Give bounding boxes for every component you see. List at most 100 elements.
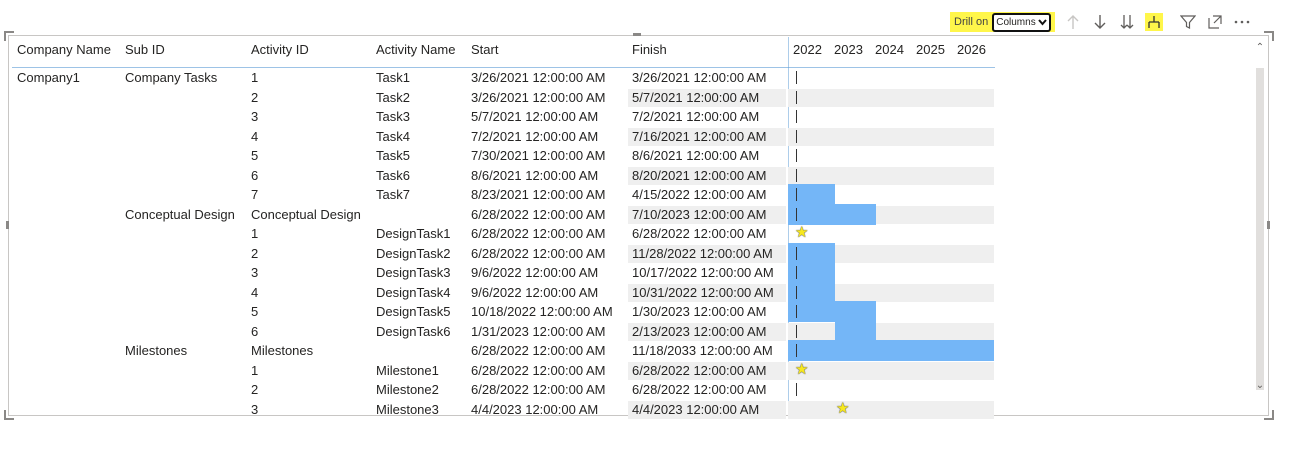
table-row[interactable]: 2 DesignTask2 6/28/2022 12:00:00 AM 11/28/2… [10,242,996,264]
table-row[interactable]: ★ 1 Milestone1 6/28/2022 12:00:00 AM 6/28/20… [10,361,996,381]
table-row[interactable]: 5 Task5 7/30/2021 12:00:00 AM 8/6/2021 12:0… [10,146,996,166]
scrollbar-thumb[interactable] [1256,68,1264,390]
finish-cell: 8/6/2021 12:00:00 AM [632,148,760,163]
finish-cell: 6/28/2022 12:00:00 AM [632,226,767,241]
activity-name-cell: DesignTask3 [376,265,451,280]
table-row[interactable]: 3 Task3 5/7/2021 12:00:00 AM 7/2/2021 12:00… [10,107,996,127]
header-activity-name[interactable]: Activity Name [376,42,455,57]
header-year-2024[interactable]: 2024 [875,42,904,57]
header-year-2026[interactable]: 2026 [957,42,986,57]
table-row[interactable]: Milestones Milestones 6/28/2022 12:00:00 A… [10,340,996,361]
gantt-bar[interactable] [788,301,877,322]
table-row[interactable]: 4 Task4 7/2/2021 12:00:00 AM 7/16/2021 12:0… [10,127,996,147]
drill-on-dropdown[interactable]: Columns [992,12,1051,32]
gantt-today-tick [796,110,797,123]
gantt-band [788,127,994,146]
activity-name-cell: Task7 [376,187,410,202]
start-cell: 4/4/2023 12:00:00 AM [471,401,599,417]
gantt-band [788,361,994,380]
table-row[interactable]: Conceptual Design Conceptual Design 6/28/2… [10,203,996,225]
start-cell: 6/28/2022 12:00:00 AM [471,206,606,222]
finish-cell: 10/31/2022 12:00:00 AM [632,284,774,300]
start-cell: 10/18/2022 12:00:00 AM [471,304,613,319]
finish-cell: 4/4/2023 12:00:00 AM [632,401,760,417]
start-cell: 8/23/2021 12:00:00 AM [471,187,606,202]
activity-name-cell: Milestone3 [376,401,439,417]
activity-id-cell: 4 [251,128,259,144]
milestone-star-icon[interactable]: ★ [795,360,808,378]
activity-id-cell: 4 [251,284,259,300]
start-cell: 9/6/2022 12:00:00 AM [471,265,599,280]
start-cell: 6/28/2022 12:00:00 AM [471,226,606,241]
gantt-bar[interactable] [788,340,994,361]
activity-name-cell: Task3 [376,109,410,124]
activity-id-cell: 2 [251,245,259,261]
resize-handle-right[interactable] [1267,221,1270,229]
gantt-band [788,322,994,341]
gantt-today-tick [796,324,797,338]
resize-handle-top[interactable] [633,33,641,36]
filter-icon[interactable] [1179,13,1197,31]
milestone-star-icon[interactable]: ★ [795,223,808,241]
scroll-down-icon[interactable]: ⌄ [1254,380,1266,391]
table-row[interactable]: 5 DesignTask5 10/18/2022 12:00:00 AM 1/30/2… [10,301,996,322]
drill-on-value: Columns [996,16,1036,28]
gantt-today-tick [796,90,797,104]
header-year-2023[interactable]: 2023 [834,42,863,57]
gantt-band [788,88,994,107]
table-row[interactable]: Company1 Company Tasks 1 Task1 3/26/2021 12:… [10,68,996,88]
start-cell: 5/7/2021 12:00:00 AM [471,109,599,124]
sub-id-cell: Conceptual Design [125,206,235,222]
header-activity-id[interactable]: Activity ID [251,42,309,57]
arrow-up-icon[interactable] [1064,13,1082,31]
table-row[interactable]: 7 Task7 8/23/2021 12:00:00 AM 4/15/2022 12:… [10,184,996,205]
table-row[interactable]: ★ 1 DesignTask1 6/28/2022 12:00:00 AM 6/28/2… [10,224,996,244]
visual-header-toolbar: Drill on Columns [950,12,1251,32]
milestone-star-icon[interactable]: ★ [836,399,849,417]
arrow-down-icon[interactable] [1091,13,1109,31]
table-row[interactable]: 4 DesignTask4 9/6/2022 12:00:00 AM 10/31/20… [10,281,996,303]
gantt-today-tick [796,207,797,221]
gantt-bar[interactable] [835,320,877,342]
table-row[interactable]: 2 Milestone2 6/28/2022 12:00:00 AM 6/28/202… [10,380,996,400]
activity-name-cell: Task5 [376,148,410,163]
finish-cell: 11/28/2022 12:00:00 AM [632,245,773,261]
gantt-today-tick [796,285,797,299]
scroll-up-icon[interactable]: ⌃ [1254,42,1266,53]
header-start[interactable]: Start [471,42,498,57]
gantt-bar[interactable] [788,203,877,225]
focus-mode-icon[interactable] [1206,13,1224,31]
finish-cell: 4/15/2022 12:00:00 AM [632,187,767,202]
start-cell: 3/26/2021 12:00:00 AM [471,89,606,105]
start-cell: 3/26/2021 12:00:00 AM [471,70,606,85]
header-year-2022[interactable]: 2022 [793,42,822,57]
expand-hierarchy-icon[interactable] [1144,13,1163,31]
start-cell: 8/6/2021 12:00:00 AM [471,167,599,183]
header-finish[interactable]: Finish [632,42,667,57]
resize-handle-left[interactable] [6,221,9,229]
activity-id-cell: 1 [251,362,259,378]
activity-id-cell: 2 [251,89,259,105]
table-row[interactable]: 3 DesignTask3 9/6/2022 12:00:00 AM 10/17/20… [10,262,996,283]
start-cell: 7/30/2021 12:00:00 AM [471,148,606,163]
vertical-scrollbar[interactable]: ⌃ ⌄ [1254,40,1266,398]
activity-name-cell: Task1 [376,70,410,85]
finish-cell: 8/20/2021 12:00:00 AM [632,167,767,183]
start-cell: 7/2/2021 12:00:00 AM [471,128,599,144]
table-row[interactable]: 2 Task2 3/26/2021 12:00:00 AM 5/7/2021 12:0… [10,88,996,108]
finish-cell: 7/10/2023 12:00:00 AM [632,206,767,222]
header-sub-id[interactable]: Sub ID [125,42,165,57]
start-cell: 9/6/2022 12:00:00 AM [471,284,599,300]
gantt-band [788,400,994,419]
more-options-icon[interactable] [1233,13,1251,31]
activity-id-cell: 2 [251,382,259,397]
activity-name-cell: DesignTask5 [376,304,451,319]
activity-id-cell: 3 [251,401,259,417]
double-arrow-down-icon[interactable] [1118,13,1136,31]
table-row[interactable]: ★ 3 Milestone3 4/4/2023 12:00:00 AM 4/4/2023… [10,400,996,420]
drill-on-control: Drill on Columns [950,12,1055,32]
header-company-name[interactable]: Company Name [17,42,111,57]
header-year-2025[interactable]: 2025 [916,42,945,57]
table-row[interactable]: 6 DesignTask6 1/31/2023 12:00:00 AM 2/13/20… [10,320,996,342]
table-row[interactable]: 6 Task6 8/6/2021 12:00:00 AM 8/20/2021 12:0… [10,166,996,186]
